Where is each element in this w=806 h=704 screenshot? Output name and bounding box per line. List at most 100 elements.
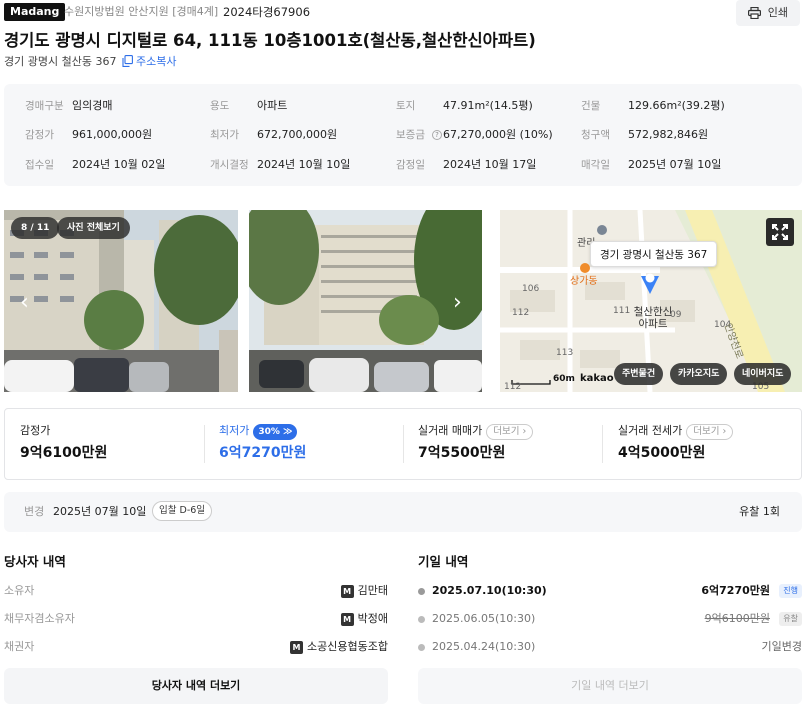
date-text: 2025.04.24(10:30) [432, 640, 536, 653]
kakao-map-button[interactable]: 카카오지도 [670, 363, 728, 385]
appraisal-price: 감정가 9억6100만원 [20, 409, 200, 479]
info-key: 토지 [396, 100, 416, 112]
status-dot-icon [418, 616, 425, 623]
real-trade-price: 실거래 매매가 더보기 › 7억5500만원 [418, 409, 598, 479]
nearby-items-button[interactable]: 주변물건 [614, 363, 664, 385]
naver-map-button[interactable]: 네이버지도 [734, 363, 792, 385]
view-all-photos-button[interactable]: 사진 전체보기 [57, 217, 130, 239]
real-trade-more-button[interactable]: 더보기 › [486, 424, 534, 440]
print-button[interactable]: 인쇄 [736, 0, 800, 26]
map-label-113: 113 [556, 348, 574, 358]
map-scale: 60m [553, 374, 575, 384]
status-dot-icon [418, 644, 425, 651]
info-value: 672,700,000원 [257, 128, 338, 141]
party-row: 채무자겸소유자 M 박정애 [4, 610, 388, 628]
info-value: 47.91m²(14.5평) [443, 99, 533, 112]
help-icon[interactable]: ? [431, 127, 442, 143]
price-summary: 감정가 9억6100만원 최저가 30% ≫ 6억7270만원 실거래 매매가 더보… [4, 408, 802, 480]
prev-photo-icon[interactable]: ‹ [20, 292, 29, 314]
info-value: 임의경매 [72, 99, 113, 112]
party-name: M 소공신용협동조합 [290, 639, 388, 655]
divider [602, 425, 603, 463]
expand-icon [772, 224, 788, 240]
info-key: 매각일 [581, 159, 610, 171]
info-value: 961,000,000원 [72, 128, 153, 141]
party-name: M 김만태 [340, 583, 388, 599]
info-key: 최저가 [210, 129, 239, 141]
info-key: 감정일 [396, 159, 425, 171]
real-jeonse-value: 4억5000만원 [618, 445, 706, 461]
member-badge-icon: M [340, 585, 354, 598]
status-dot-icon [418, 588, 425, 595]
dates-more-button[interactable]: 기일 내역 더보기 [418, 668, 802, 704]
dates-title: 기일 내역 [418, 554, 469, 569]
copy-address-button[interactable]: 주소복사 [122, 54, 176, 70]
dday-badge: 입찰 D-6일 [152, 501, 213, 521]
date-status-text: 기일변경 [761, 640, 802, 653]
divider [204, 425, 205, 463]
info-key: 감정가 [25, 129, 54, 141]
case-number: 2024타경67906 [223, 5, 311, 19]
property-photo-2[interactable]: › [249, 210, 482, 392]
info-key: 용도 [210, 100, 230, 112]
info-key: 경매구분 [25, 100, 64, 112]
page-title: 경기도 광명시 디지털로 64, 111동 10층1001호(철산동,철산한신아… [4, 31, 536, 50]
member-badge-icon: M [290, 641, 304, 654]
date-row: 2025.07.10(10:30) 6억7270만원 진행 [418, 582, 802, 600]
party-role: 소유자 [4, 584, 35, 597]
min-price-value: 6억7270만원 [219, 445, 307, 461]
info-value: 아파트 [257, 99, 288, 112]
map-label-112b: 112 [504, 382, 522, 392]
discount-badge: 30% ≫ [253, 424, 298, 440]
more-label: 더보기 [693, 426, 720, 437]
info-key: 보증금 [396, 129, 425, 141]
parties-title: 당사자 내역 [4, 554, 66, 569]
date-amount: 9억6100만원 [704, 612, 770, 625]
brand-logo[interactable]: Madang [4, 3, 66, 21]
party-name-text: 소공신용협동조합 [307, 640, 388, 653]
info-value: 2024년 10월 10일 [257, 158, 351, 171]
change-date: 2025년 07월 10일 [53, 505, 147, 518]
court-name: 수원지방법원 안산지원 [경매4계] [64, 5, 219, 18]
next-photo-icon[interactable]: › [453, 292, 462, 314]
copy-label: 주소복사 [136, 55, 177, 68]
discount-pct: 30% [258, 427, 280, 437]
parties-more-button[interactable]: 당사자 내역 더보기 [4, 668, 388, 704]
min-price-row: 최저가 30% ≫ [219, 423, 298, 440]
info-value: 2024년 10월 17일 [443, 158, 537, 171]
location-map[interactable]: 관리 상가동 106 112 111 09 철산한신 아파트 104 113 1… [500, 210, 802, 392]
appraisal-label: 감정가 [20, 424, 51, 437]
date-row: 2025.04.24(10:30) 기일변경 [418, 638, 802, 656]
real-jeonse-more-button[interactable]: 더보기 › [686, 424, 734, 440]
date-text: 2025.07.10(10:30) [432, 584, 547, 597]
status-badge: 진행 [779, 584, 802, 598]
real-jeonse-label: 실거래 전세가 [618, 424, 683, 437]
map-label-112: 112 [512, 308, 530, 318]
fail-count: 유찰 1회 [739, 505, 780, 518]
divider [403, 425, 404, 463]
status-badge: 유찰 [779, 612, 802, 626]
map-label-apt: 철산한신 아파트 [633, 306, 673, 330]
property-photo-1[interactable]: 8 / 11 사진 전체보기 ‹ [4, 210, 238, 392]
info-key: 접수일 [25, 159, 54, 171]
party-role: 채무자겸소유자 [4, 612, 75, 625]
printer-icon [748, 7, 761, 19]
info-value: 67,270,000원 (10%) [443, 128, 553, 141]
photo-image [249, 210, 482, 392]
print-label: 인쇄 [767, 6, 788, 19]
map-expand-button[interactable] [766, 218, 794, 246]
party-name-text: 김만태 [357, 584, 388, 597]
lot-address: 경기 광명시 철산동 367 [4, 55, 117, 68]
auction-info-box: 경매구분 임의경매 용도 아파트 토지 47.91m²(14.5평) 건물 129.66… [4, 84, 802, 186]
real-trade-value: 7억5500만원 [418, 445, 506, 461]
party-role: 채권자 [4, 640, 35, 653]
party-row: 채권자 M 소공신용협동조합 [4, 638, 388, 656]
info-value: 129.66m²(39.2평) [628, 99, 725, 112]
min-price: 최저가 30% ≫ 6억7270만원 [219, 409, 399, 479]
map-label-106: 106 [522, 284, 540, 294]
info-value: 2025년 07월 10일 [628, 158, 722, 171]
info-key: 청구액 [581, 129, 610, 141]
date-text: 2025.06.05(10:30) [432, 612, 536, 625]
date-amount: 6억7270만원 [701, 584, 770, 597]
min-price-label: 최저가 [219, 424, 250, 437]
